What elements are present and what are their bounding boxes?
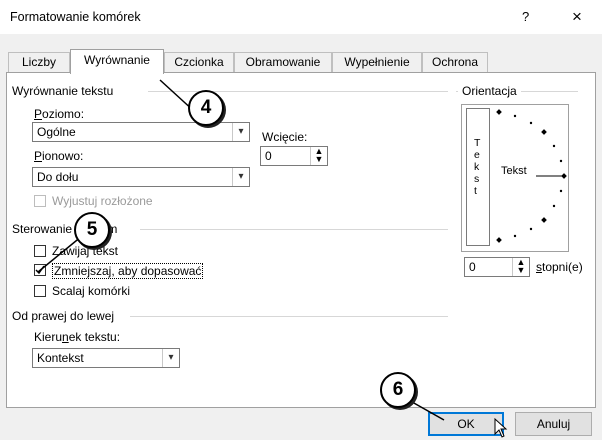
callout-4: 4 (188, 90, 224, 126)
callout-5: 5 (74, 212, 110, 248)
callout-6: 6 (380, 372, 416, 408)
tab-wyrownanie[interactable]: Wyrównanie (70, 49, 164, 74)
